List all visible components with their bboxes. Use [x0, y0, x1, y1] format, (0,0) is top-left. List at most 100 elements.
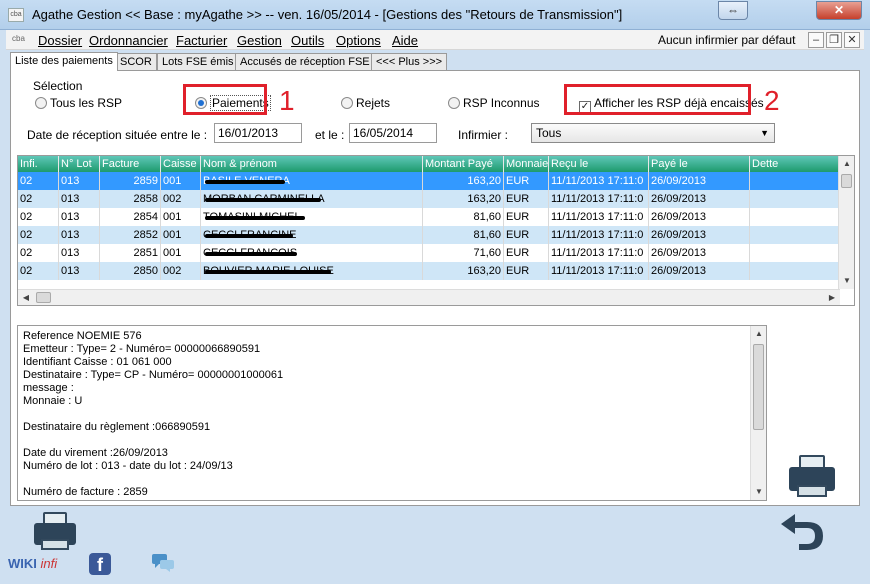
col-montant[interactable]: Montant Payé — [423, 156, 504, 172]
cell-dette — [750, 190, 840, 208]
back-arrow-icon[interactable] — [777, 510, 825, 550]
cell-montant: 163,20 — [423, 172, 504, 190]
window-title: Agathe Gestion << Base : myAgathe >> -- … — [32, 7, 623, 22]
radio-tous-rsp[interactable]: Tous les RSP — [35, 96, 122, 110]
scroll-up-icon[interactable]: ▲ — [839, 156, 854, 172]
detail-line: Monnaie : U — [23, 395, 83, 407]
cell-recu-le: 11/11/2013 17:11:0 — [549, 172, 649, 190]
detail-line: Numéro de facture : 2859 — [23, 486, 148, 498]
radio-circle — [341, 97, 353, 109]
payments-table: Infi. N° Lot Facture Caisse Nom & prénom… — [17, 155, 855, 306]
table-row[interactable]: 020132854001TOMASINI MICHEL81,60EUR11/11… — [18, 208, 840, 226]
cell-facture: 2854 — [100, 208, 161, 226]
menu-ordonnancier[interactable]: Ordonnancier — [89, 33, 168, 48]
table-row[interactable]: 020132850002BOUVIER MARIE LOUISE163,20EU… — [18, 262, 840, 280]
printer-icon[interactable] — [789, 455, 835, 499]
cell-montant: 163,20 — [423, 262, 504, 280]
table-row-selected[interactable]: 020132859001BASILE VENERA163,20EUR11/11/… — [18, 172, 840, 190]
cell-recu-le: 11/11/2013 17:11:0 — [549, 208, 649, 226]
col-monnaie[interactable]: Monnaie — [504, 156, 549, 172]
mdi-close-button[interactable]: ✕ — [844, 32, 860, 48]
scroll-up-icon[interactable]: ▲ — [751, 326, 767, 342]
nurse-select[interactable]: Tous ▼ — [531, 123, 775, 143]
cell-monnaie: EUR — [504, 172, 549, 190]
mdi-minimize-button[interactable]: – — [808, 32, 824, 48]
cell-recu-le: 11/11/2013 17:11:0 — [549, 262, 649, 280]
scroll-left-icon[interactable]: ◀ — [18, 290, 34, 305]
detail-line: Emetteur : Type= 2 - Numéro= 00000066890… — [23, 343, 261, 355]
cell-caisse: 002 — [161, 262, 201, 280]
scroll-thumb[interactable] — [841, 174, 852, 188]
restore-window-button[interactable]: ⇔ — [718, 1, 748, 20]
wiki-infi-logo[interactable]: WIKI infi — [8, 556, 57, 571]
cell-recu-le: 11/11/2013 17:11:0 — [549, 190, 649, 208]
close-window-button[interactable]: ✕ — [816, 1, 862, 20]
radio-rejets[interactable]: Rejets — [341, 96, 390, 110]
col-paye-le[interactable]: Payé le — [649, 156, 750, 172]
detail-line: Destinataire du règlement :066890591 — [23, 421, 211, 433]
col-facture[interactable]: Facture — [100, 156, 161, 172]
table-row[interactable]: 020132851001CECCI FRANCOIS71,60EUR11/11/… — [18, 244, 840, 262]
title-bar: cba Agathe Gestion << Base : myAgathe >>… — [0, 0, 870, 30]
detail-line: Destinataire : Type= CP - Numéro= 000000… — [23, 369, 284, 381]
tab-lots-fse[interactable]: Lots FSE émis — [157, 53, 239, 71]
facebook-icon[interactable]: f — [89, 553, 111, 575]
redaction-bar — [205, 270, 331, 274]
scroll-thumb[interactable] — [753, 344, 764, 430]
col-lot[interactable]: N° Lot — [59, 156, 100, 172]
cell-dette — [750, 208, 840, 226]
radio-rsp-inconnus[interactable]: RSP Inconnus — [448, 96, 540, 110]
cell-lot: 013 — [59, 208, 100, 226]
redaction-bar — [205, 180, 285, 184]
cell-monnaie: EUR — [504, 262, 549, 280]
menu-outils[interactable]: Outils — [291, 33, 324, 48]
cell-infi: 02 — [18, 190, 59, 208]
cell-montant: 81,60 — [423, 208, 504, 226]
table-row[interactable]: 020132852001CECCI FRANCINE81,60EUR11/11/… — [18, 226, 840, 244]
payment-detail-box[interactable]: Reference NOEMIE 576 Emetteur : Type= 2 -… — [17, 325, 767, 501]
tab-scor[interactable]: SCOR — [115, 53, 157, 71]
mdi-restore-button[interactable]: ❐ — [826, 32, 842, 48]
cell-monnaie: EUR — [504, 244, 549, 262]
redaction-bar — [205, 234, 293, 238]
cell-paye-le: 26/09/2013 — [649, 226, 750, 244]
col-dette[interactable]: Dette — [750, 156, 840, 172]
date-to-input[interactable] — [349, 123, 437, 143]
nurse-label: Infirmier : — [458, 128, 509, 142]
scroll-right-icon[interactable]: ▶ — [824, 290, 840, 305]
cell-dette — [750, 244, 840, 262]
date-from-input[interactable] — [214, 123, 302, 143]
tab-liste-paiements[interactable]: Liste des paiements — [10, 52, 118, 71]
scroll-thumb[interactable] — [36, 292, 51, 303]
chat-icon[interactable] — [151, 553, 175, 573]
scroll-down-icon[interactable]: ▼ — [839, 273, 854, 289]
redaction-bar — [205, 252, 297, 256]
menu-dossier[interactable]: Dossier — [38, 33, 82, 48]
menu-facturier[interactable]: Facturier — [176, 33, 227, 48]
cell-recu-le: 11/11/2013 17:11:0 — [549, 226, 649, 244]
detail-scrollbar[interactable]: ▲ ▼ — [750, 326, 766, 500]
menu-aide[interactable]: Aide — [392, 33, 418, 48]
table-vertical-scrollbar[interactable]: ▲ ▼ — [838, 156, 854, 289]
col-nom[interactable]: Nom & prénom — [201, 156, 423, 172]
menu-options[interactable]: Options — [336, 33, 381, 48]
tab-plus[interactable]: <<< Plus >>> — [371, 53, 448, 71]
cell-lot: 013 — [59, 262, 100, 280]
col-infi[interactable]: Infi. — [18, 156, 59, 172]
cell-monnaie: EUR — [504, 226, 549, 244]
table-row[interactable]: 020132858002MORBAN CARMINELLA163,20EUR11… — [18, 190, 840, 208]
detail-line: message : — [23, 382, 74, 394]
print-list-icon[interactable] — [34, 512, 76, 552]
table-horizontal-scrollbar[interactable]: ◀ ▶ — [18, 289, 840, 305]
cell-paye-le: 26/09/2013 — [649, 208, 750, 226]
annotation-2: 2 — [764, 85, 780, 116]
scroll-down-icon[interactable]: ▼ — [751, 484, 767, 500]
dropdown-arrow-icon: ▼ — [760, 128, 769, 138]
cell-lot: 013 — [59, 190, 100, 208]
tab-accuses-reception[interactable]: Accusés de réception FSE — [235, 53, 375, 71]
menu-gestion[interactable]: Gestion — [237, 33, 282, 48]
col-recu-le[interactable]: Reçu le — [549, 156, 649, 172]
col-caisse[interactable]: Caisse — [161, 156, 201, 172]
cell-monnaie: EUR — [504, 208, 549, 226]
cell-caisse: 002 — [161, 190, 201, 208]
